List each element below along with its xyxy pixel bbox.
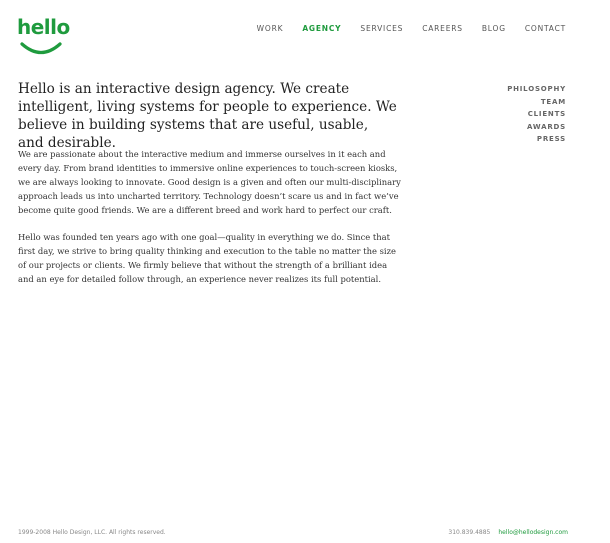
subnav-item-clients[interactable]: CLIENTS xyxy=(507,108,566,121)
body-paragraph: Hello was founded ten years ago with one… xyxy=(18,232,396,284)
footer-contact: 310.839.4885 hello@hellodesign.com xyxy=(448,529,568,536)
nav-item-careers[interactable]: CAREERS xyxy=(422,24,463,34)
smile-logo-icon xyxy=(20,42,62,55)
subnav-item-awards[interactable]: AWARDS xyxy=(507,121,566,134)
copyright-text: 1999-2008 Hello Design, LLC. All rights … xyxy=(18,529,166,536)
sub-navigation: PHILOSOPHY TEAM CLIENTS AWARDS PRESS xyxy=(507,83,566,146)
nav-item-services[interactable]: SERVICES xyxy=(360,24,403,34)
nav-item-work[interactable]: WORK xyxy=(257,24,284,34)
nav-item-contact[interactable]: CONTACT xyxy=(525,24,566,34)
subnav-item-team[interactable]: TEAM xyxy=(507,96,566,109)
hello-logo[interactable]: hello xyxy=(17,15,70,57)
main-navigation: WORK AGENCY SERVICES CAREERS BLOG CONTAC… xyxy=(238,24,566,34)
subnav-item-press[interactable]: PRESS xyxy=(507,133,566,146)
phone-number: 310.839.4885 xyxy=(448,529,491,536)
logo-wordmark: hello xyxy=(17,15,70,39)
nav-item-blog[interactable]: BLOG xyxy=(482,24,506,34)
nav-item-agency[interactable]: AGENCY xyxy=(302,24,341,34)
intro-statement: Hello is an interactive design agency. W… xyxy=(18,81,397,151)
body-paragraph: We are passionate about the interactive … xyxy=(18,149,401,215)
email-link[interactable]: hello@hellodesign.com xyxy=(498,529,568,536)
subnav-item-philosophy[interactable]: PHILOSOPHY xyxy=(507,83,566,96)
